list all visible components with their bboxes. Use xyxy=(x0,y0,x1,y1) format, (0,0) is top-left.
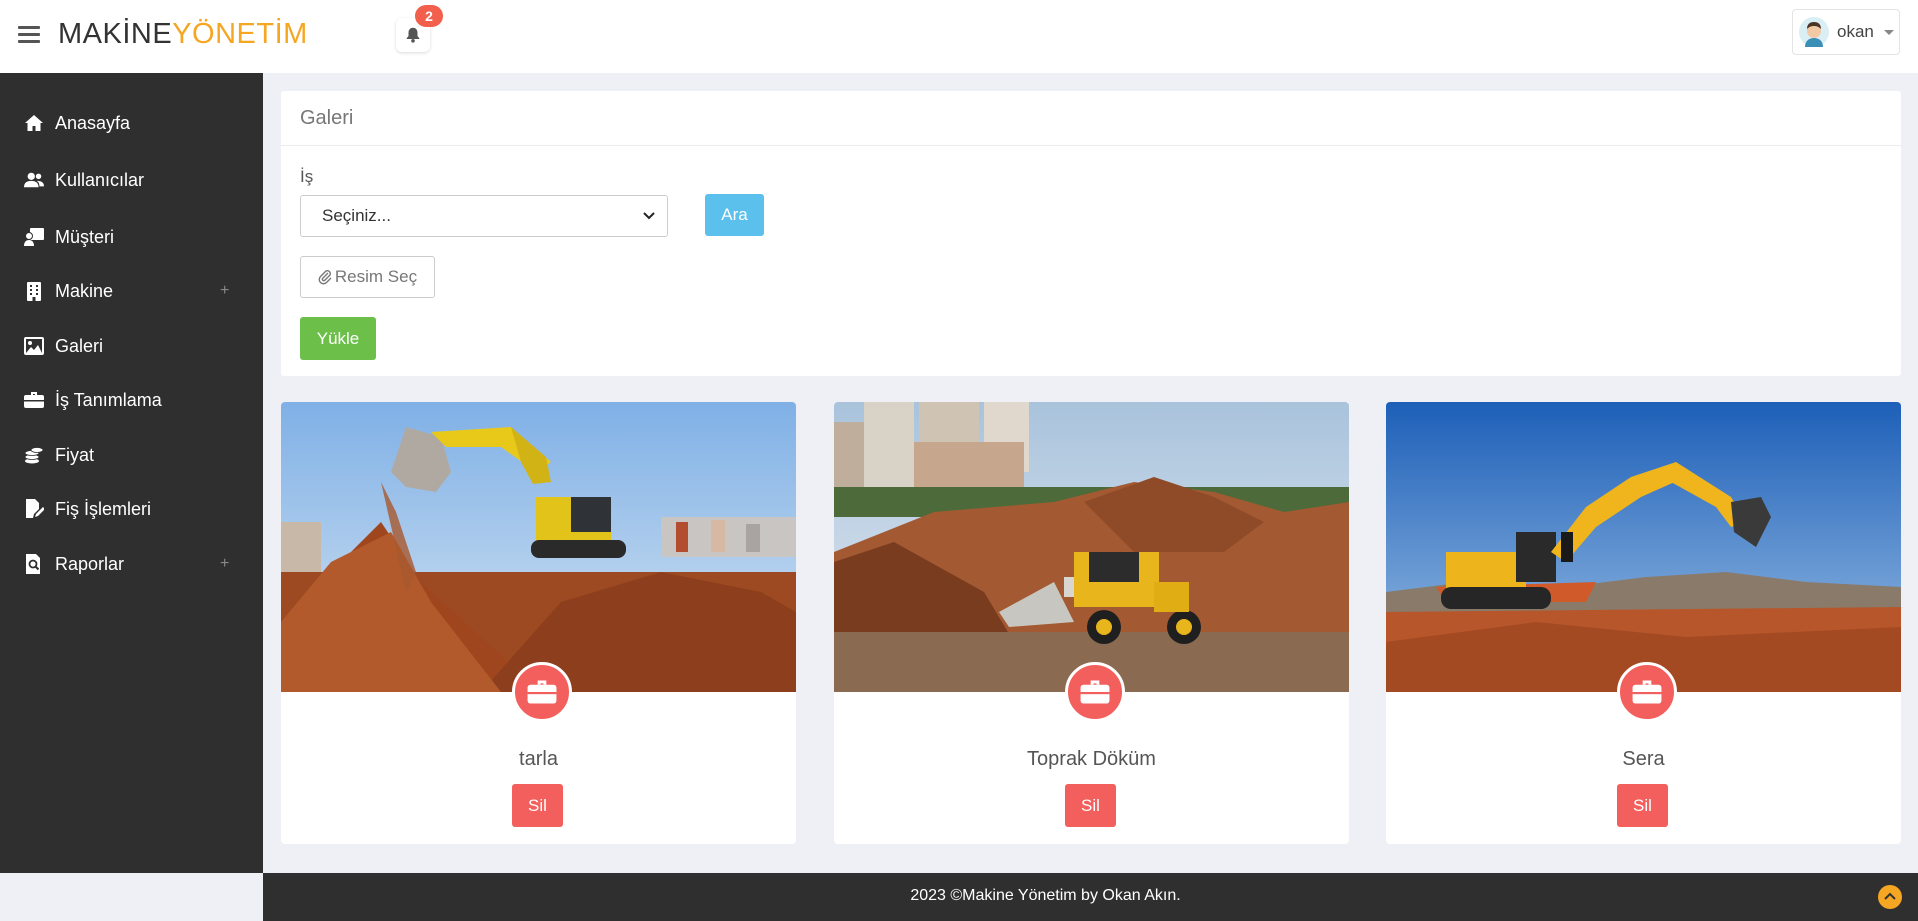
sidebar: Anasayfa Kullanıcılar Müşteri Makine + G… xyxy=(0,73,263,873)
customer-icon xyxy=(24,227,44,247)
briefcase-icon xyxy=(527,680,557,704)
card-title: tarla xyxy=(519,748,558,770)
sidebar-item-kullanicilar[interactable]: Kullanıcılar xyxy=(0,155,263,205)
building-icon xyxy=(24,281,44,301)
delete-button[interactable]: Sil xyxy=(1617,784,1668,827)
brand-part-2: YÖNETİM xyxy=(172,18,308,50)
sidebar-item-fis-islemleri[interactable]: Fiş İşlemleri xyxy=(0,484,263,534)
home-icon xyxy=(24,113,44,133)
upload-button[interactable]: Yükle xyxy=(300,317,376,360)
sidebar-item-makine[interactable]: Makine + xyxy=(0,266,263,316)
paperclip-icon xyxy=(318,270,332,285)
sidebar-item-is-tanimlama[interactable]: İş Tanımlama xyxy=(0,375,263,425)
brand-part-1: MAKİNE xyxy=(58,18,173,50)
card-title: Sera xyxy=(1622,748,1665,770)
expand-icon: + xyxy=(220,282,230,299)
sidebar-item-galeri[interactable]: Galeri xyxy=(0,321,263,371)
chevron-down-icon xyxy=(1883,29,1894,35)
briefcase-badge xyxy=(512,662,572,722)
brand-logo[interactable]: MAKİNEYÖNETİM xyxy=(58,18,308,51)
footer-text: 2023 ©Makine Yönetim by Okan Akın. xyxy=(910,887,1181,904)
avatar xyxy=(1799,17,1829,47)
sidebar-item-raporlar[interactable]: Raporlar + xyxy=(0,539,263,589)
chevron-up-icon xyxy=(1884,892,1896,900)
job-field-label: İş xyxy=(300,167,314,186)
gallery-form-panel: Galeri İş Seçiniz... Ara Resim Seç Yükle xyxy=(281,91,1901,376)
choose-image-label: Resim Seç xyxy=(334,267,418,286)
users-icon xyxy=(24,170,44,190)
gallery-card: Toprak Döküm Sil xyxy=(834,402,1349,844)
sidebar-item-label: Fiyat xyxy=(55,444,95,465)
search-button[interactable]: Ara xyxy=(705,194,764,236)
gallery-image[interactable] xyxy=(834,402,1349,692)
user-name: okan xyxy=(1837,22,1874,41)
briefcase-badge xyxy=(1617,662,1677,722)
edit-document-icon xyxy=(24,499,44,519)
bell-icon xyxy=(406,27,420,43)
coins-icon xyxy=(24,445,44,465)
briefcase-icon xyxy=(24,390,44,410)
choose-image-button[interactable]: Resim Seç xyxy=(300,256,435,298)
delete-button[interactable]: Sil xyxy=(512,784,563,827)
sidebar-item-label: Kullanıcılar xyxy=(55,169,145,190)
sidebar-item-musteri[interactable]: Müşteri xyxy=(0,212,263,262)
card-title: Toprak Döküm xyxy=(1027,748,1156,770)
gallery-card: tarla Sil xyxy=(281,402,796,844)
sidebar-item-label: Müşteri xyxy=(55,226,115,247)
image-icon xyxy=(24,336,44,356)
briefcase-badge xyxy=(1065,662,1125,722)
sidebar-item-label: İş Tanımlama xyxy=(55,389,162,410)
top-header: MAKİNEYÖNETİM 2 okan xyxy=(0,0,1918,73)
job-select-value: Seçiniz... xyxy=(322,206,391,225)
sidebar-item-label: Galeri xyxy=(55,335,104,356)
sidebar-item-label: Raporlar xyxy=(55,553,125,574)
briefcase-icon xyxy=(1080,680,1110,704)
sidebar-item-label: Makine xyxy=(55,280,114,301)
expand-icon: + xyxy=(220,555,230,572)
page-title: Galeri xyxy=(300,107,354,129)
sidebar-item-label: Fiş İşlemleri xyxy=(55,498,152,519)
divider xyxy=(281,145,1901,146)
delete-button[interactable]: Sil xyxy=(1065,784,1116,827)
footer: 2023 ©Makine Yönetim by Okan Akın. xyxy=(263,873,1918,921)
sidebar-item-label: Anasayfa xyxy=(55,112,131,133)
briefcase-icon xyxy=(1632,680,1662,704)
report-search-icon xyxy=(24,554,44,574)
sidebar-item-anasayfa[interactable]: Anasayfa xyxy=(0,98,263,148)
user-menu[interactable]: okan xyxy=(1792,9,1900,55)
gallery-image[interactable] xyxy=(281,402,796,692)
gallery-card: Sera Sil xyxy=(1386,402,1901,844)
chevron-down-icon xyxy=(643,212,655,220)
sidebar-item-fiyat[interactable]: Fiyat xyxy=(0,430,263,480)
gallery-image[interactable] xyxy=(1386,402,1901,692)
menu-toggle-icon[interactable] xyxy=(18,26,40,44)
job-select[interactable]: Seçiniz... xyxy=(300,195,668,237)
notification-badge: 2 xyxy=(415,5,443,27)
scroll-to-top-button[interactable] xyxy=(1878,885,1902,909)
